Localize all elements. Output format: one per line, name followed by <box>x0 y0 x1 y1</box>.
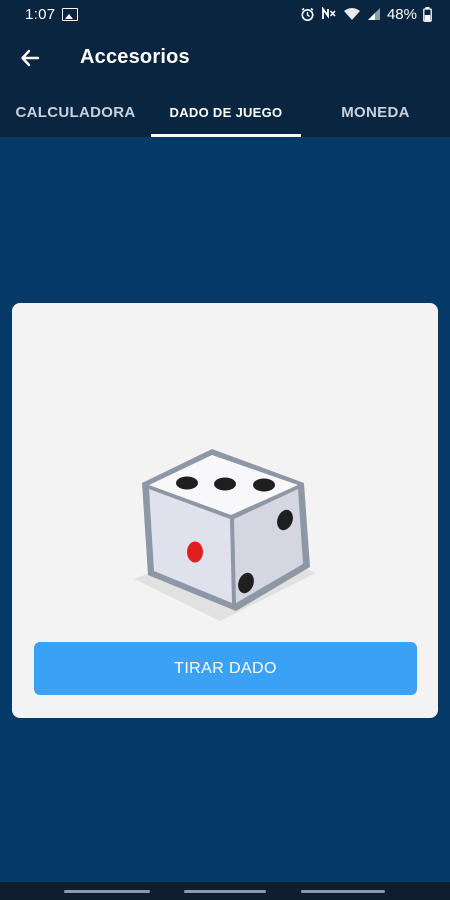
dice-red-pip <box>187 541 203 563</box>
system-nav-bar <box>0 882 450 900</box>
dice-pip <box>214 477 236 491</box>
dice-pip <box>253 478 275 492</box>
active-tab-indicator <box>151 134 301 137</box>
nav-recent-handle[interactable] <box>64 890 150 893</box>
wifi-icon <box>343 7 361 21</box>
dice-card: TIRAR DADO <box>12 303 438 718</box>
tab-calculadora[interactable]: CALCULADORA <box>0 90 151 135</box>
nav-back-handle[interactable] <box>301 890 385 893</box>
tab-dado-de-juego[interactable]: DADO DE JUEGO <box>151 90 301 135</box>
alarm-icon <box>300 7 315 22</box>
roll-dice-button[interactable]: TIRAR DADO <box>34 642 417 695</box>
battery-icon <box>423 6 432 22</box>
top-app-bar: 1:07 48% Accesorios CALCULADORA DADO DE … <box>0 0 450 137</box>
status-time: 1:07 <box>25 6 56 23</box>
nav-home-handle[interactable] <box>184 890 266 893</box>
gallery-icon <box>62 8 78 21</box>
status-bar: 1:07 48% <box>0 0 450 30</box>
signal-icon <box>367 7 381 21</box>
status-icons: 48% <box>300 4 432 24</box>
page-title: Accesorios <box>80 46 190 68</box>
tab-moneda[interactable]: MONEDA <box>301 90 450 135</box>
arrow-left-icon <box>21 49 40 67</box>
mute-icon <box>321 7 337 21</box>
dice-icon[interactable] <box>130 443 320 623</box>
app-bar: Accesorios <box>0 30 450 86</box>
tab-bar: CALCULADORA DADO DE JUEGO MONEDA <box>0 90 450 137</box>
dice-pip <box>176 476 198 490</box>
back-button[interactable] <box>14 42 46 74</box>
battery-level: 48% <box>386 5 417 23</box>
